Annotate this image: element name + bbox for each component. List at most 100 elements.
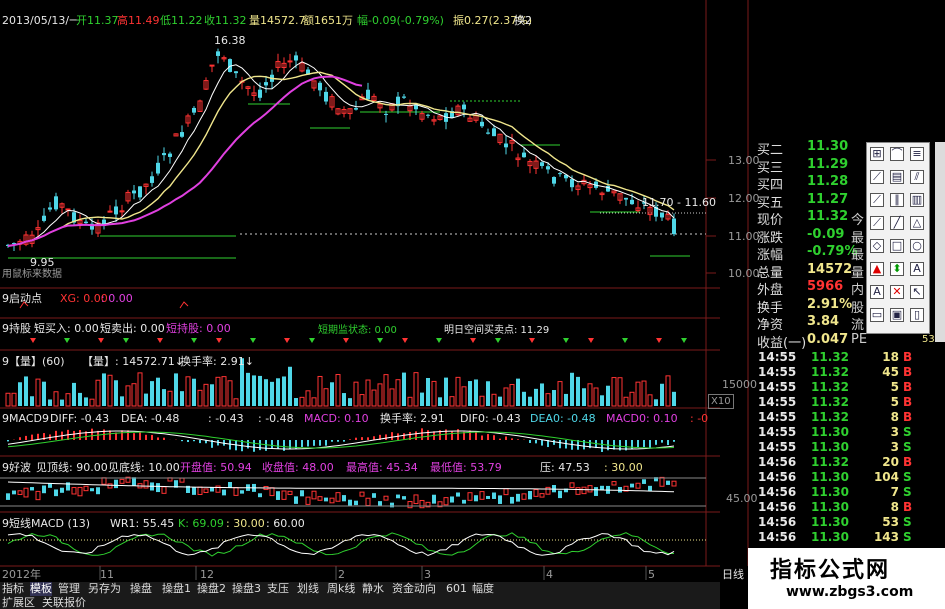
tab-amplitude[interactable]: 幅度	[472, 582, 494, 596]
quote-row: 涨幅 -0.79% 最	[755, 243, 865, 263]
fill-tool-icon[interactable]: ▣	[890, 308, 904, 322]
tick-row[interactable]: 14:56 11.30 143 S	[755, 530, 945, 545]
x10-box[interactable]: X10	[708, 394, 734, 409]
candle-body	[480, 121, 484, 127]
tab-save-as[interactable]: 另存为	[88, 582, 121, 596]
k-line	[7, 532, 674, 557]
down-arrow-icon[interactable]: ⬍	[890, 262, 904, 276]
arc-tool-icon[interactable]: ⌒	[890, 147, 904, 161]
volume-bar	[144, 393, 148, 406]
panel1-title[interactable]: 9启动点	[2, 292, 42, 305]
quote-row: 买三 11.29	[755, 156, 865, 176]
tick-row[interactable]: 14:56 11.30 53 S	[755, 515, 945, 530]
angle-tool-icon[interactable]: ⟋	[870, 216, 884, 230]
tick-row[interactable]: 14:55 11.32 18 B	[755, 350, 945, 365]
osc-candle	[30, 487, 34, 491]
panel2-title[interactable]: 9持股	[2, 322, 31, 335]
period-label[interactable]: 日线	[722, 568, 744, 581]
panel3-title[interactable]: 9【量】(60)	[2, 355, 65, 368]
ray-tool-icon[interactable]: ⟋	[870, 170, 884, 184]
trend-tool-icon[interactable]: ⟋	[870, 193, 884, 207]
osc-candle	[378, 501, 382, 506]
tab-draw-line[interactable]: 划线	[297, 582, 319, 596]
quote-row: 换手 2.91% 股	[755, 296, 865, 316]
quote-row: 买五 11.27	[755, 191, 865, 211]
tick-price: 11.30	[811, 470, 849, 484]
rect-tool-icon[interactable]: □	[890, 239, 904, 253]
frame-tool-icon[interactable]: ▭	[870, 308, 884, 322]
panel6-k: K: 69.09	[178, 517, 224, 530]
parallel-tool-icon[interactable]: ⫽	[910, 170, 924, 184]
diamond-tool-icon[interactable]: ◇	[870, 239, 884, 253]
osc-candle	[671, 480, 677, 487]
tick-row[interactable]: 14:55 11.32 45 B	[755, 365, 945, 380]
volume-bar	[509, 383, 515, 407]
tab-support[interactable]: 支压	[267, 582, 289, 596]
tab-fund-flow[interactable]: 资金动向	[392, 582, 436, 596]
volume-bar	[629, 391, 635, 407]
volume-bar	[672, 391, 676, 406]
volume-bar	[5, 392, 11, 407]
candle-body	[156, 162, 160, 174]
up-arrow-icon[interactable]: ▲	[870, 262, 884, 276]
tick-row[interactable]: 14:56 11.30 7 S	[755, 485, 945, 500]
tick-row[interactable]: 14:56 11.30 104 S	[755, 470, 945, 485]
tab-601[interactable]: 601	[446, 582, 467, 596]
tab-operate3[interactable]: 操盘3	[232, 582, 261, 596]
grid-tool-icon[interactable]: ⊞	[870, 147, 884, 161]
fib-tool-icon[interactable]: ▤	[890, 170, 904, 184]
line-tool-icon[interactable]: ╱	[890, 216, 904, 230]
tab-indicator[interactable]: 指标	[2, 582, 24, 596]
tick-row[interactable]: 14:56 11.32 20 B	[755, 455, 945, 470]
volume-bar	[498, 396, 502, 406]
tab-operate1[interactable]: 操盘1	[162, 582, 191, 596]
volume-bar	[611, 377, 617, 407]
panel-tool-icon[interactable]: ▯	[910, 308, 924, 322]
pointer-icon[interactable]: ↖	[910, 285, 924, 299]
text-style-icon[interactable]: A	[870, 285, 884, 299]
panel6-title[interactable]: 9短线MACD (13)	[2, 517, 90, 530]
panel5-close: 收盘值: 48.00	[262, 461, 334, 474]
panel4-j: : -0	[690, 412, 709, 425]
channel-tool-icon[interactable]: ≡	[910, 147, 924, 161]
volume-bar	[288, 366, 292, 406]
tick-direction: B	[903, 410, 913, 424]
panel4-c: : -0.43	[208, 412, 244, 425]
tick-row[interactable]: 14:55 11.32 8 B	[755, 410, 945, 425]
tab-weekly[interactable]: 周k线	[327, 582, 355, 596]
tick-direction: B	[903, 500, 913, 514]
circle-tool-icon[interactable]: ○	[910, 239, 924, 253]
side-scroll-strip[interactable]	[935, 142, 945, 342]
signal-arrow	[64, 338, 70, 343]
tick-row[interactable]: 14:55 11.30 3 S	[755, 440, 945, 455]
header-low: 低11.22	[160, 14, 203, 27]
tab-operate[interactable]: 操盘	[130, 582, 152, 596]
box-tool-icon[interactable]: ▥	[910, 193, 924, 207]
osc-candle	[666, 480, 670, 485]
tab-related-quote[interactable]: 关联报价	[42, 596, 86, 609]
tick-list[interactable]: 14:55 11.32 18 B 14:55 11.32 45 B 14:55 11.32 5 B 14…	[755, 350, 945, 545]
tab-extension[interactable]: 扩展区	[2, 596, 35, 609]
panel5-low: 最低值: 53.79	[430, 461, 502, 474]
tab-operate2[interactable]: 操盘2	[197, 582, 226, 596]
delete-icon[interactable]: ✕	[890, 285, 904, 299]
parallel-lines-icon[interactable]: ∥	[890, 193, 904, 207]
tick-row[interactable]: 14:55 11.32 5 B	[755, 395, 945, 410]
tab-manage[interactable]: 管理	[58, 582, 80, 596]
triangle-tool-icon[interactable]: △	[910, 216, 924, 230]
tick-price: 11.32	[811, 350, 849, 364]
timeline-label: 3	[424, 568, 431, 581]
tick-volume: 8	[890, 410, 899, 424]
tab-still-water[interactable]: 静水	[362, 582, 384, 596]
tick-price: 11.30	[811, 500, 849, 514]
tick-row[interactable]: 14:56 11.30 8 B	[755, 500, 945, 515]
tick-time: 14:56	[758, 470, 797, 484]
text-tool-icon[interactable]: A	[910, 262, 924, 276]
panel5-title[interactable]: 9好波	[2, 461, 31, 474]
panel4-title[interactable]: 9MACD9	[2, 412, 49, 425]
tab-template[interactable]: 模板	[30, 582, 52, 596]
tick-row[interactable]: 14:55 11.32 5 B	[755, 380, 945, 395]
osc-candle	[228, 482, 232, 488]
osc-candle	[335, 492, 341, 502]
tick-row[interactable]: 14:55 11.30 3 S	[755, 425, 945, 440]
